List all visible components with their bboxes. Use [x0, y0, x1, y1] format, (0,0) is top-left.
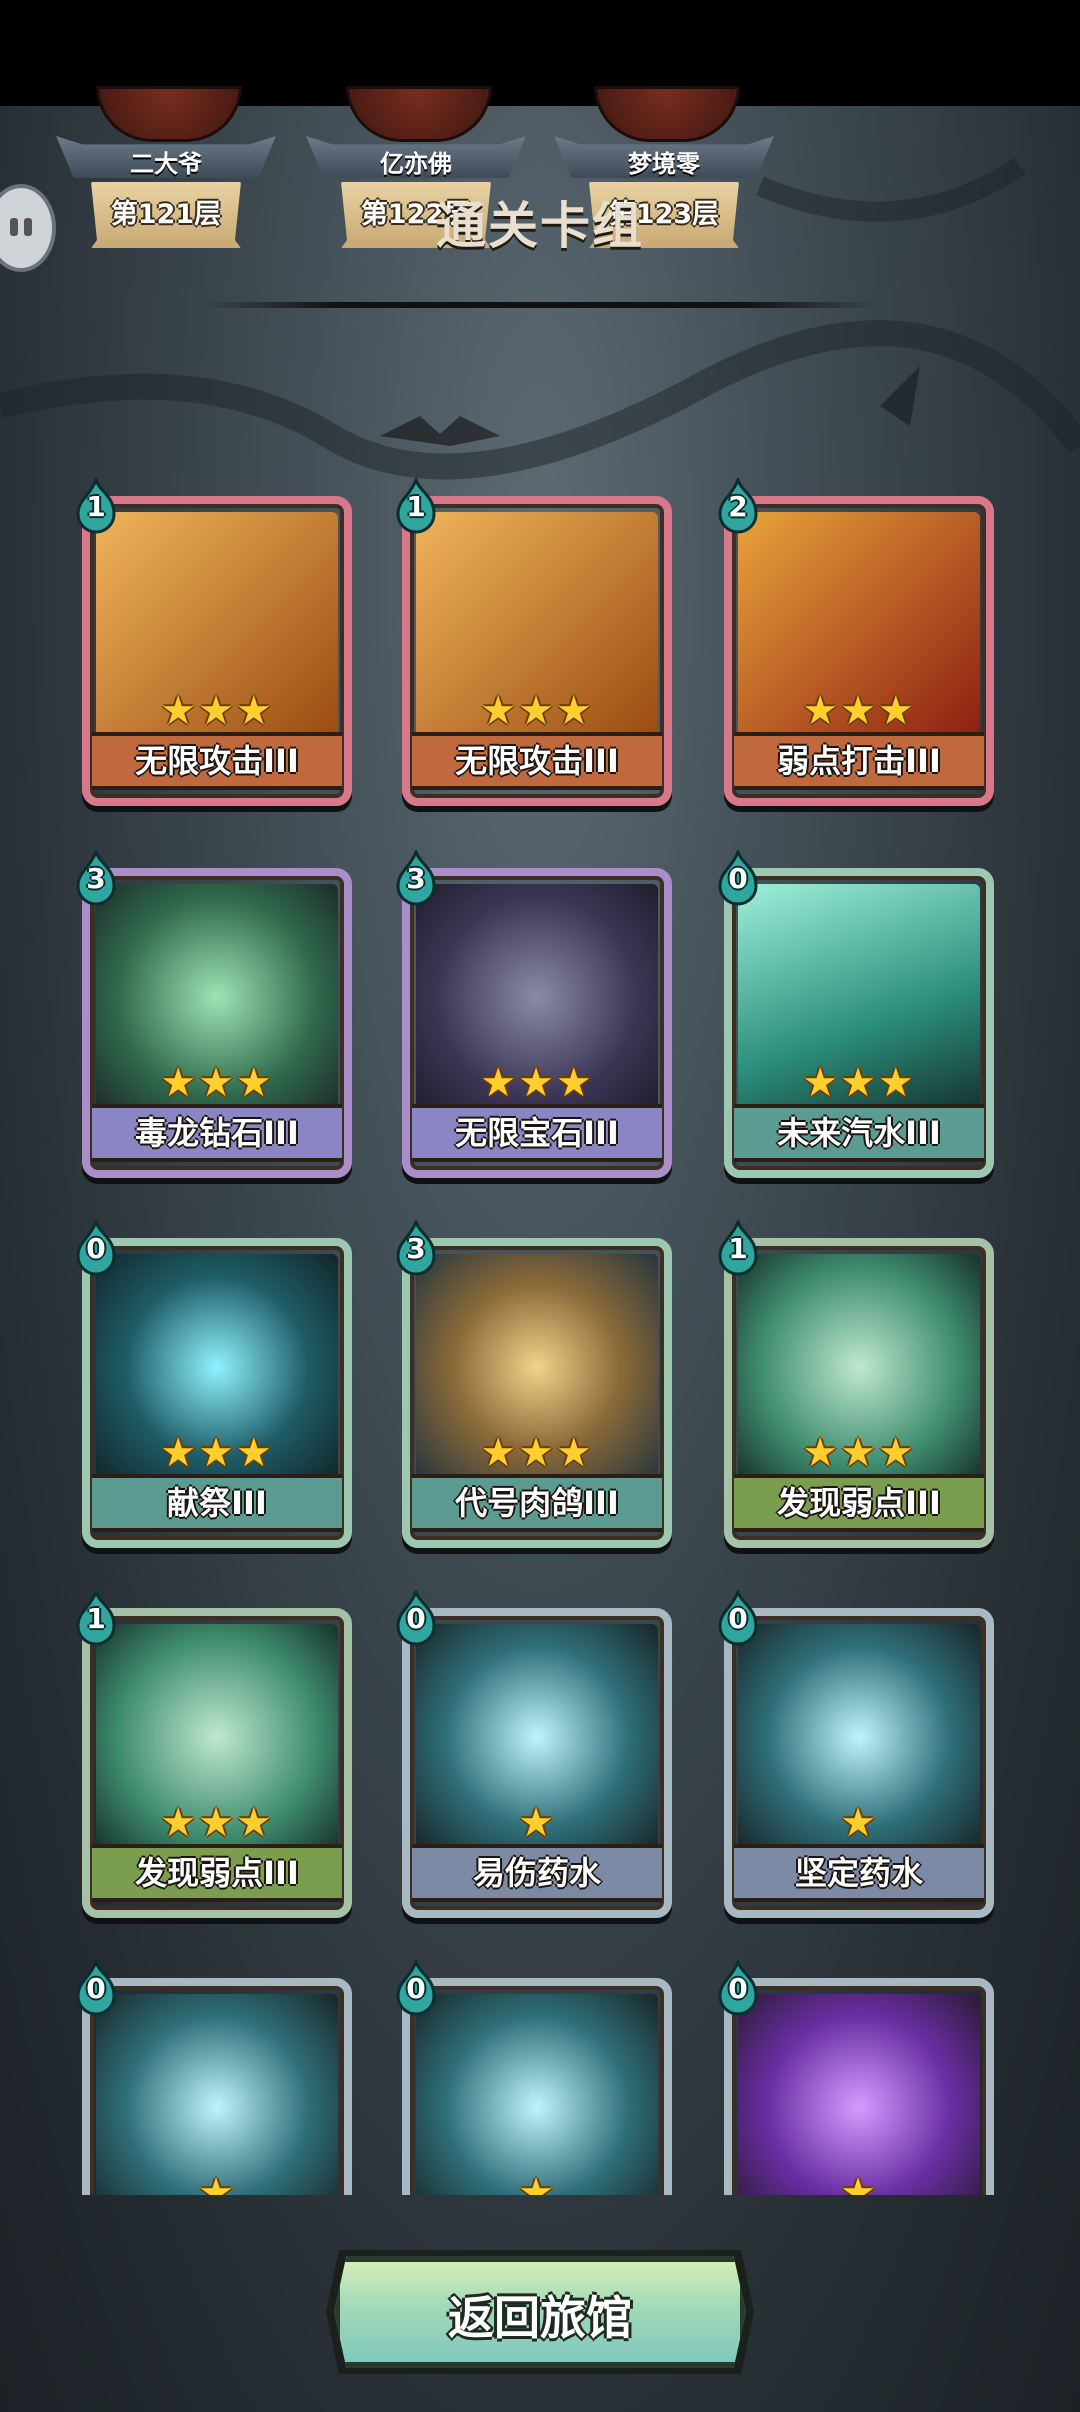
card[interactable]: ★ 坚定药水 0	[718, 1590, 994, 1918]
card-name: 发现弱点III	[135, 1854, 299, 1892]
card-stars: ★★★	[802, 688, 916, 734]
energy-cost: 1	[728, 1232, 748, 1265]
energy-cost: 0	[406, 1972, 426, 2005]
card-name: 无限攻击III	[135, 742, 299, 780]
divider	[200, 302, 880, 308]
card-stars: ★★★	[802, 1430, 916, 1476]
card-name: 未来汽水III	[777, 1114, 941, 1152]
energy-cost: 3	[406, 862, 426, 895]
purple-potion-icon	[738, 1994, 980, 2195]
card-stars: ★★★	[160, 1800, 274, 1846]
card-name: 献祭III	[167, 1484, 267, 1522]
energy-cost: 0	[728, 1602, 748, 1635]
energy-cost: 0	[728, 1972, 748, 2005]
card[interactable]: ★★★ 未来汽水III 0	[718, 850, 994, 1178]
card[interactable]: ★ 易伤药水 0	[396, 1590, 672, 1918]
card-name: 无限宝石III	[455, 1114, 619, 1152]
card[interactable]: ★ 0	[76, 1960, 352, 2195]
return-button-label: 返回旅馆	[448, 2291, 632, 2345]
energy-cost: 3	[86, 862, 106, 895]
card-name: 发现弱点III	[777, 1484, 941, 1522]
player-name: 梦境零	[628, 150, 700, 178]
card-list[interactable]: ★★★ 无限攻击III 1 ★★★ 无限攻击III 1 ★★★ 弱点打击III 2 ★★★ 毒龙钻石…	[0, 380, 1080, 2195]
energy-cost: 1	[86, 490, 106, 523]
card-stars: ★	[518, 1800, 556, 1846]
energy-cost: 0	[86, 1232, 106, 1265]
card[interactable]: ★★★ 发现弱点III 1	[718, 1220, 994, 1548]
card-name: 毒龙钻石III	[135, 1114, 299, 1152]
card-stars: ★	[840, 2170, 878, 2195]
card-name: 弱点打击III	[777, 742, 941, 780]
card-name: 易伤药水	[472, 1854, 601, 1892]
player-name: 亿亦佛	[380, 150, 452, 178]
card-stars: ★★★	[480, 688, 594, 734]
avatar	[96, 86, 242, 142]
avatar	[346, 86, 492, 142]
card[interactable]: ★★★ 无限攻击III 1	[396, 478, 672, 806]
card-name: 代号肉鸽III	[455, 1484, 619, 1522]
card[interactable]: ★★★ 弱点打击III 2	[718, 478, 994, 806]
card[interactable]: ★ 0	[718, 1960, 994, 2195]
card[interactable]: ★★★ 无限宝石III 3	[396, 850, 672, 1178]
card-stars: ★★★	[160, 1060, 274, 1106]
card[interactable]: ★★★ 毒龙钻石III 3	[76, 850, 352, 1178]
energy-cost: 3	[406, 1232, 426, 1265]
player-name: 二大爷	[130, 150, 202, 178]
potion-icon	[96, 1994, 338, 2195]
card-stars: ★★★	[480, 1430, 594, 1476]
energy-cost: 1	[406, 490, 426, 523]
card-stars: ★	[198, 2170, 236, 2195]
energy-cost: 1	[86, 1602, 106, 1635]
energy-cost: 0	[406, 1602, 426, 1635]
card[interactable]: ★ 0	[396, 1960, 672, 2195]
energy-cost: 0	[728, 862, 748, 895]
potion-icon	[416, 1994, 658, 2195]
card[interactable]: ★★★ 无限攻击III 1	[76, 478, 352, 806]
card-stars: ★	[840, 1800, 878, 1846]
card-name: 无限攻击III	[455, 742, 619, 780]
section-title: 通关卡组	[436, 197, 644, 255]
card-name: 坚定药水	[794, 1854, 923, 1892]
card-stars: ★★★	[160, 688, 274, 734]
card[interactable]: ★★★ 代号肉鸽III 3	[396, 1220, 672, 1548]
energy-cost: 2	[728, 490, 748, 523]
card-stars: ★★★	[480, 1060, 594, 1106]
card-stars: ★	[518, 2170, 556, 2195]
avatar	[594, 86, 740, 142]
energy-cost: 0	[86, 1972, 106, 2005]
card[interactable]: ★★★ 献祭III 0	[76, 1220, 352, 1548]
card-stars: ★★★	[802, 1060, 916, 1106]
card-stars: ★★★	[160, 1430, 274, 1476]
card[interactable]: ★★★ 发现弱点III 1	[76, 1590, 352, 1918]
